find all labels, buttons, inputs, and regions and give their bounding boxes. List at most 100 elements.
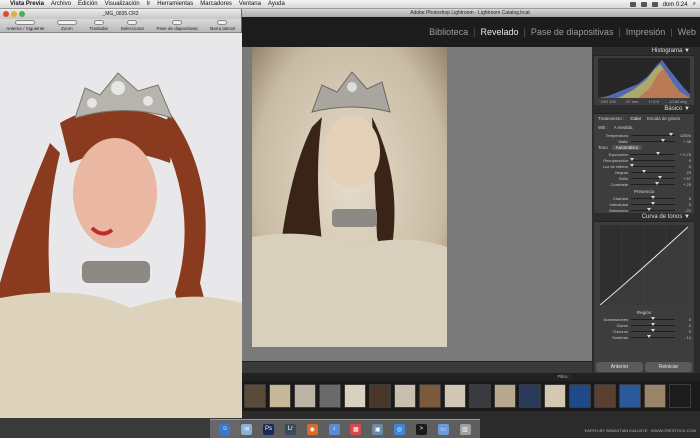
curve-slider-value[interactable]: 0 (675, 317, 691, 322)
filmstrip-thumbnail[interactable] (444, 384, 466, 408)
tone-slider-value[interactable]: + 57 (675, 176, 691, 181)
filmstrip-thumbnail[interactable] (294, 384, 316, 408)
develop-canvas[interactable] (240, 47, 592, 361)
curve-slider[interactable]: Sombras - 14 (594, 334, 694, 340)
move-tool[interactable]: Trasladar (89, 20, 108, 31)
menu-vista-previa[interactable]: Vista Previa (10, 1, 44, 7)
filmstrip-thumbnail[interactable] (469, 384, 491, 408)
develop-toolbar[interactable] (240, 361, 592, 373)
tone-slider-knob[interactable] (629, 163, 634, 167)
menu-marcadores[interactable]: Marcadores (200, 1, 232, 7)
curve-slider-track[interactable] (631, 334, 675, 338)
tone-slider-value[interactable]: 23 (675, 170, 691, 175)
histogram-header[interactable]: Histograma ▼ (594, 47, 694, 56)
filmstrip-thumbnail[interactable] (644, 384, 666, 408)
presence-slider-track[interactable] (631, 195, 675, 199)
tone-slider-track[interactable] (631, 151, 675, 155)
trash-icon[interactable]: ▥ (459, 423, 471, 435)
presence-slider-knob[interactable] (651, 195, 655, 199)
wb-slider-track[interactable] (631, 132, 675, 136)
filmstrip-thumbnail[interactable] (244, 384, 266, 408)
menu-ventana[interactable]: Ventana (239, 1, 261, 7)
slideshow-tool[interactable]: Pase de diapositivas (157, 20, 198, 31)
filmstrip-thumbnail[interactable] (344, 384, 366, 408)
presence-slider-value[interactable]: - 21 (675, 208, 691, 213)
tone-slider-track[interactable] (631, 175, 675, 179)
prev-next-tool[interactable]: Anterior / Siguiente (6, 20, 44, 31)
wb-slider-value[interactable]: + 35 (675, 139, 691, 144)
presence-slider-track[interactable] (631, 207, 675, 211)
filmstrip-thumbnail[interactable] (619, 384, 641, 408)
filmstrip[interactable] (240, 381, 700, 411)
basic-header[interactable]: Básico ▼ (594, 105, 694, 114)
itunes-icon[interactable]: ♪ (328, 423, 340, 435)
curve-slider-knob[interactable] (651, 328, 655, 332)
auto-tone-button[interactable]: Automático (611, 145, 643, 150)
menu-herramientas[interactable]: Herramientas (157, 1, 193, 7)
tone-curve-header[interactable]: Curva de tonos ▼ (594, 213, 694, 222)
menu-edicion[interactable]: Edición (78, 1, 98, 7)
ical-icon[interactable]: ▦ (350, 423, 362, 435)
minimize-window-icon[interactable] (11, 11, 17, 17)
tone-slider-knob[interactable] (656, 151, 661, 155)
sidebar-tool[interactable]: Barra lateral (210, 20, 235, 31)
presence-slider-knob[interactable] (651, 201, 655, 205)
filmstrip-thumbnail[interactable] (569, 384, 591, 408)
filmstrip-thumbnail[interactable] (269, 384, 291, 408)
wb-slider-knob[interactable] (660, 138, 665, 142)
filmstrip-thumbnail[interactable] (519, 384, 541, 408)
terminal-icon[interactable]: > (415, 423, 427, 435)
presence-slider-value[interactable]: 0 (675, 202, 691, 207)
curve-slider-knob[interactable] (647, 334, 652, 338)
filmstrip-thumbnail[interactable] (594, 384, 616, 408)
wb-slider-knob[interactable] (668, 132, 673, 136)
wb-select[interactable]: A medida (614, 125, 633, 130)
curve-slider-track[interactable] (631, 322, 675, 326)
tone-slider-track[interactable] (631, 181, 675, 185)
curve-slider-knob[interactable] (651, 316, 655, 320)
menu-ayuda[interactable]: Ayuda (268, 1, 285, 7)
module-revelado[interactable]: Revelado (481, 27, 519, 37)
module-biblioteca[interactable]: Biblioteca (429, 27, 468, 37)
tone-slider-knob[interactable] (642, 169, 647, 173)
treatment-color[interactable]: Color (630, 116, 641, 121)
volume-icon[interactable] (651, 2, 658, 7)
filmstrip-thumbnail[interactable] (419, 384, 441, 408)
reset-button[interactable]: Reiniciar (645, 362, 692, 372)
filmstrip-thumbnail[interactable] (544, 384, 566, 408)
tone-slider-track[interactable] (631, 169, 675, 173)
tone-slider-track[interactable] (629, 163, 675, 167)
curve-slider-value[interactable]: 0 (675, 329, 691, 334)
filmstrip-thumbnail[interactable] (319, 384, 341, 408)
menu-visualizacion[interactable]: Visualización (105, 1, 140, 7)
tone-curve-graph[interactable] (599, 225, 689, 306)
tone-slider-knob[interactable] (657, 175, 662, 179)
lightroom-icon[interactable]: Lr (284, 423, 296, 435)
safari-icon[interactable]: ◎ (394, 423, 406, 435)
firefox-icon[interactable]: ◉ (306, 423, 318, 435)
menu-ir[interactable]: Ir (147, 1, 151, 7)
curve-slider-value[interactable]: - 14 (675, 335, 691, 340)
filmstrip-thumbnail[interactable] (394, 384, 416, 408)
mail-icon[interactable]: ✉ (241, 423, 253, 435)
tone-slider-knob[interactable] (629, 157, 634, 161)
presence-slider-value[interactable]: 0 (675, 196, 691, 201)
tone-slider-track[interactable] (629, 157, 675, 161)
preview-icon[interactable]: ▣ (372, 423, 384, 435)
select-tool[interactable]: Seleccionar (121, 20, 144, 31)
treatment-bw[interactable]: Escala de grises (647, 116, 680, 121)
curve-slider-track[interactable] (631, 316, 675, 320)
battery-icon[interactable] (629, 2, 636, 7)
presence-slider-track[interactable] (631, 201, 675, 205)
filmstrip-thumbnail[interactable] (369, 384, 391, 408)
tone-slider-value[interactable]: 0 (675, 164, 691, 169)
module-web[interactable]: Web (678, 27, 696, 37)
finder-icon[interactable]: ☺ (219, 423, 231, 435)
presence-slider-knob[interactable] (646, 207, 651, 211)
module-pase-diapositivas[interactable]: Pase de diapositivas (531, 27, 614, 37)
curve-slider-track[interactable] (631, 328, 675, 332)
wb-slider-track[interactable] (631, 138, 675, 142)
wb-slider-value[interactable]: 12500 (675, 133, 691, 138)
curve-slider-knob[interactable] (651, 322, 655, 326)
filmstrip-thumbnail[interactable] (494, 384, 516, 408)
